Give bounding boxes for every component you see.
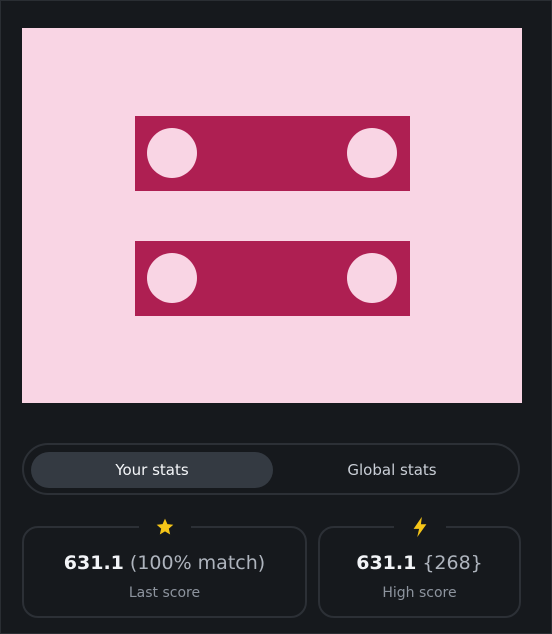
- high-score-label: High score: [382, 585, 457, 601]
- last-score-line: 631.1 (100% match): [24, 552, 305, 574]
- tab-your-stats[interactable]: Your stats: [31, 452, 273, 488]
- preview-bar-bottom: [135, 241, 410, 316]
- last-score-label: Last score: [128, 585, 201, 601]
- preview-circle: [347, 253, 397, 303]
- high-score-card: 631.1 {268} High score: [318, 512, 521, 618]
- last-score-card: 631.1 (100% match) Last score: [22, 512, 307, 618]
- lightning-icon: [393, 512, 446, 542]
- high-score-count: {268}: [422, 552, 483, 574]
- star-icon: [138, 512, 191, 542]
- stats-toggle: Your stats Global stats: [22, 443, 520, 495]
- preview-circle: [147, 253, 197, 303]
- preview-circle: [147, 128, 197, 178]
- preview-bar-top: [135, 116, 410, 191]
- high-score-line: 631.1 {268}: [320, 552, 519, 574]
- tab-global-stats[interactable]: Global stats: [271, 452, 513, 488]
- last-score-value: 631.1: [63, 552, 124, 574]
- high-score-value: 631.1: [356, 552, 417, 574]
- preview-circle: [347, 128, 397, 178]
- target-preview-canvas: [22, 28, 522, 403]
- last-score-match: (100% match): [129, 552, 266, 574]
